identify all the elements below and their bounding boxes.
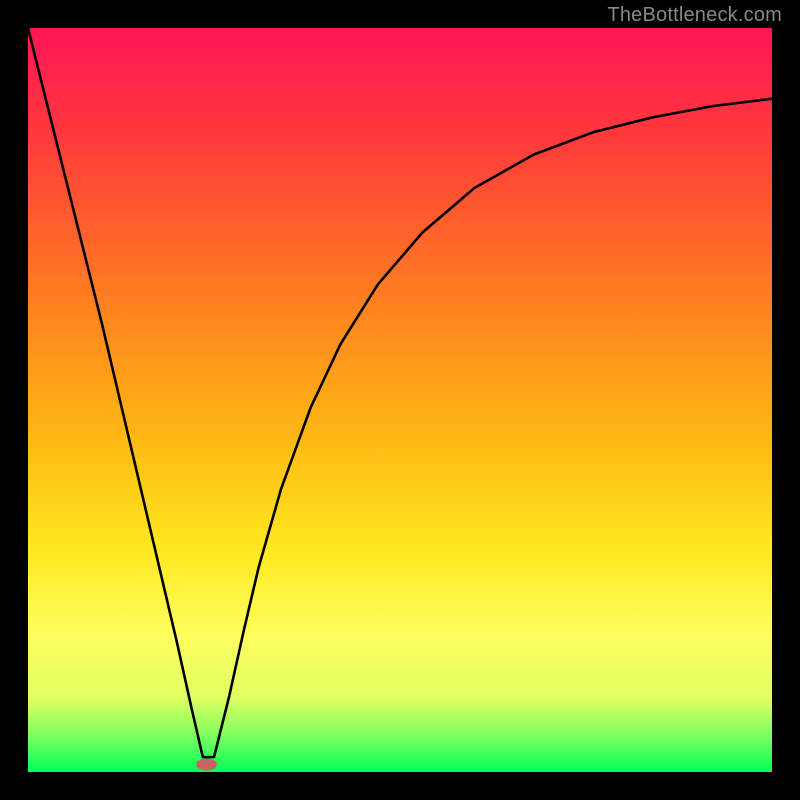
optimum-marker-icon: [196, 759, 217, 771]
chart-frame: TheBottleneck.com: [0, 0, 800, 800]
plot-area: [28, 28, 772, 772]
watermark-text: TheBottleneck.com: [607, 4, 782, 27]
bottleneck-curve: [28, 28, 772, 757]
curve-layer: [28, 28, 772, 772]
